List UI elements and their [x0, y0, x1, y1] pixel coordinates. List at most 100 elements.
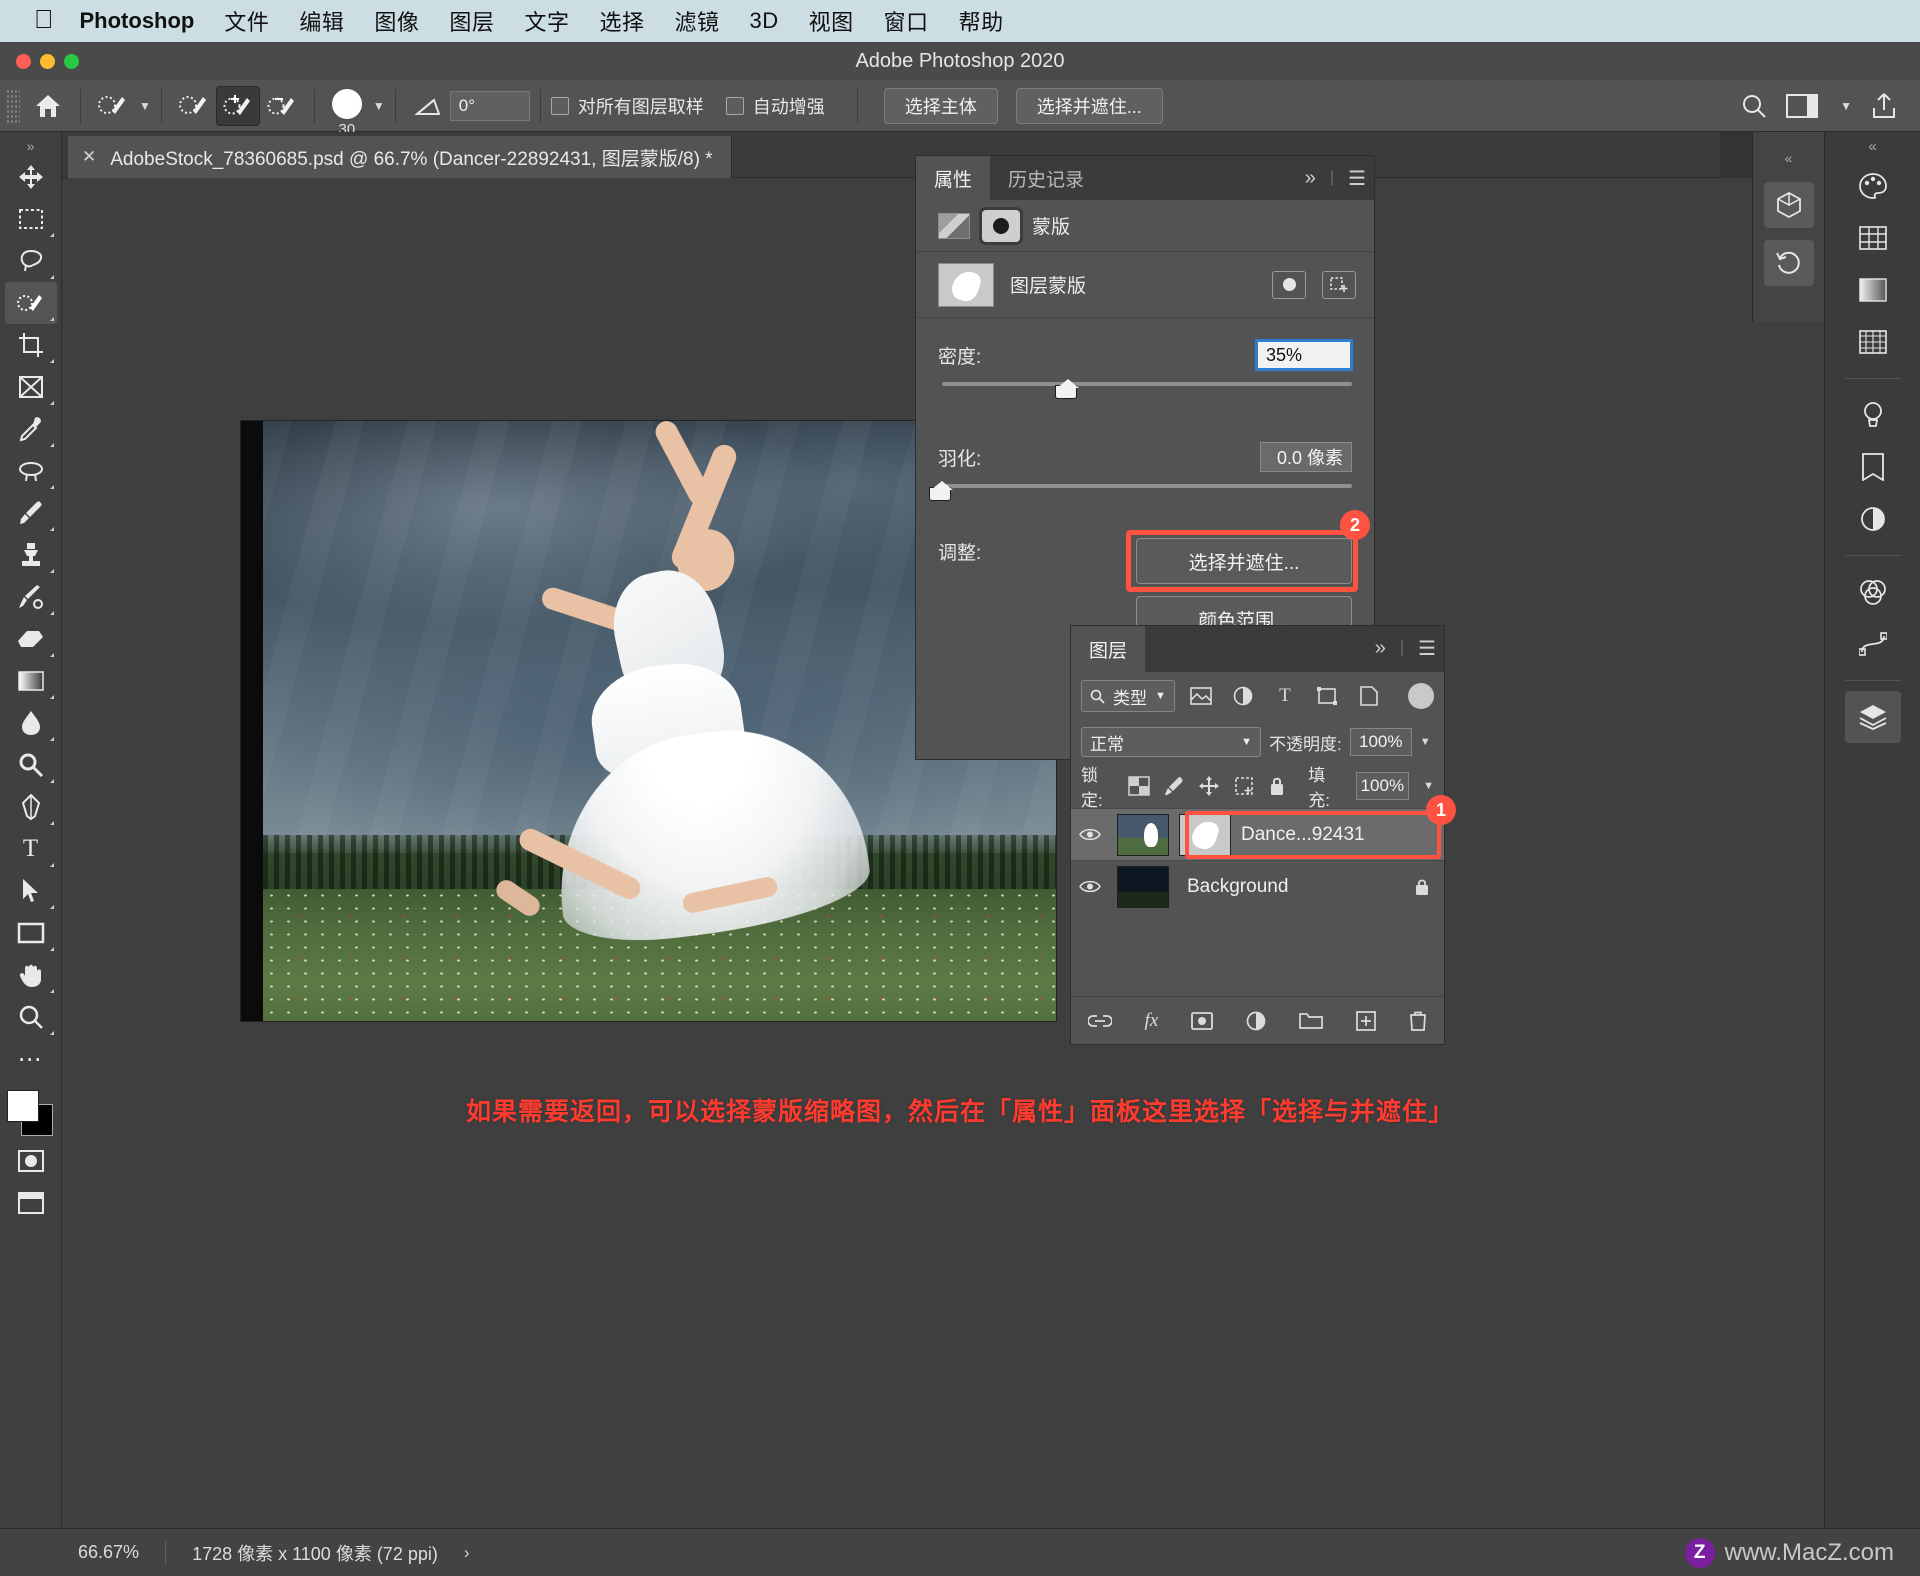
chevron-down-icon[interactable]: ▼	[1241, 736, 1252, 748]
frame-tool[interactable]	[5, 366, 57, 408]
menu-item-3d[interactable]: 3D	[749, 8, 778, 34]
feather-slider-track[interactable]	[942, 484, 1352, 488]
lasso-tool[interactable]	[5, 240, 57, 282]
layer-name[interactable]: Background	[1187, 876, 1288, 898]
quick-mask-icon[interactable]	[5, 1140, 57, 1182]
layer-kind-filter[interactable]: 类型 ▼	[1081, 680, 1175, 712]
vector-mask-icon[interactable]	[982, 209, 1020, 242]
quick-selection-new-icon[interactable]	[172, 86, 216, 126]
new-group-icon[interactable]	[1299, 1012, 1324, 1030]
blend-mode-select[interactable]: 正常 ▼	[1081, 727, 1261, 757]
history-panel-icon[interactable]	[1763, 240, 1814, 286]
path-selection-tool[interactable]	[5, 870, 57, 912]
screen-mode-icon[interactable]	[5, 1182, 57, 1224]
type-tool[interactable]: T	[5, 828, 57, 870]
feather-slider[interactable]	[916, 478, 1374, 522]
quick-selection-tool[interactable]	[4, 282, 57, 324]
checkbox-box[interactable]	[725, 96, 744, 115]
chevron-down-icon[interactable]: ▼	[1155, 690, 1166, 702]
chevron-right-icon[interactable]: ›	[464, 1543, 470, 1563]
3d-panel-icon[interactable]	[1763, 182, 1814, 228]
dock-collapse-icon[interactable]: «	[1868, 138, 1876, 160]
panel-menu-icon[interactable]: ☰	[1418, 636, 1436, 661]
marquee-tool[interactable]	[5, 198, 57, 240]
fill-input[interactable]: 100%	[1355, 772, 1410, 800]
angle-input[interactable]: 0°	[449, 90, 530, 121]
more-tools[interactable]: ⋯	[5, 1038, 57, 1080]
search-icon[interactable]	[1740, 92, 1768, 120]
load-selection-icon[interactable]	[1272, 270, 1306, 299]
crop-tool[interactable]	[5, 324, 57, 366]
new-fill-adjustment-icon[interactable]	[1246, 1011, 1266, 1031]
select-and-mask-button-optionsbar[interactable]: 选择并遮住...	[1015, 87, 1163, 124]
workspace-icon[interactable]	[1786, 93, 1819, 119]
options-bar-grip[interactable]	[6, 88, 20, 123]
opacity-input[interactable]: 100%	[1349, 728, 1412, 756]
adjustment-filter-icon[interactable]	[1227, 681, 1259, 711]
eraser-tool[interactable]	[5, 618, 57, 660]
lock-transparent-icon[interactable]	[1128, 776, 1150, 796]
document-tab[interactable]: ✕ AdobeStock_78360685.psd @ 66.7% (Dance…	[68, 136, 732, 178]
feather-input[interactable]: 0.0 像素	[1260, 442, 1352, 472]
chevron-double-right-icon[interactable]: »	[1375, 637, 1386, 660]
brush-size-preview[interactable]: 30	[325, 86, 369, 138]
feather-slider-thumb[interactable]	[929, 480, 955, 502]
channels-panel-icon[interactable]	[1845, 566, 1901, 618]
menu-item-help[interactable]: 帮助	[959, 5, 1004, 37]
pixel-filter-icon[interactable]	[1185, 681, 1217, 711]
filter-toggle-icon[interactable]	[1408, 683, 1434, 709]
density-slider-thumb[interactable]	[1055, 378, 1081, 400]
menubar-app-name[interactable]: Photoshop	[80, 8, 195, 34]
table-row[interactable]: Background	[1071, 860, 1444, 912]
color-panel-icon[interactable]	[1845, 160, 1901, 212]
quick-selection-add-icon[interactable]	[215, 85, 260, 126]
menu-item-edit[interactable]: 编辑	[299, 5, 344, 37]
smart-object-filter-icon[interactable]	[1353, 681, 1385, 711]
lock-position-icon[interactable]	[1198, 775, 1220, 797]
quick-selection-tool-icon[interactable]	[91, 86, 135, 126]
layer-thumbnail[interactable]	[1117, 813, 1169, 856]
checkbox-box[interactable]	[550, 96, 569, 115]
shape-filter-icon[interactable]	[1311, 681, 1343, 711]
paths-panel-icon[interactable]	[1845, 618, 1901, 670]
chevron-down-icon[interactable]: ▼	[139, 99, 151, 113]
toolbox-collapse-icon[interactable]: »	[27, 136, 35, 156]
tab-properties[interactable]: 属性	[916, 156, 991, 200]
dodge-tool[interactable]	[5, 744, 57, 786]
new-layer-icon[interactable]	[1356, 1010, 1377, 1031]
layer-thumbnail[interactable]	[1117, 865, 1169, 908]
zoom-tool[interactable]	[5, 996, 57, 1038]
home-icon[interactable]	[26, 86, 70, 126]
density-input[interactable]: 35%	[1256, 340, 1352, 370]
apple-icon[interactable]: 	[34, 6, 54, 32]
table-row[interactable]: Dance...92431 1	[1071, 795, 1456, 860]
blur-tool[interactable]	[5, 702, 57, 744]
layer-mask-row[interactable]: 图层蒙版	[916, 252, 1374, 318]
pixel-mask-icon[interactable]	[938, 212, 970, 239]
zoom-level[interactable]: 66.67%	[78, 1542, 139, 1563]
chevron-double-right-icon[interactable]: »	[1305, 167, 1316, 190]
eyedropper-tool[interactable]	[5, 408, 57, 450]
panel-menu-icon[interactable]: ☰	[1348, 166, 1366, 191]
chevron-down-icon[interactable]: ▼	[1420, 736, 1431, 748]
lock-artboard-icon[interactable]	[1234, 776, 1254, 796]
tab-layers[interactable]: 图层	[1071, 626, 1146, 672]
layer-style-fx-icon[interactable]: fx	[1145, 1010, 1159, 1032]
menu-item-select[interactable]: 选择	[599, 5, 644, 37]
layer-mask-thumbnail[interactable]	[938, 262, 994, 307]
chevron-down-icon[interactable]: ▼	[1423, 780, 1434, 792]
add-mask-icon[interactable]	[1191, 1011, 1214, 1030]
patterns-panel-icon[interactable]	[1845, 316, 1901, 368]
sample-all-layers-checkbox[interactable]: 对所有图层取样	[550, 93, 704, 119]
libraries-panel-icon[interactable]	[1845, 441, 1901, 493]
lock-image-icon[interactable]	[1164, 776, 1184, 796]
spot-healing-tool[interactable]	[5, 450, 57, 492]
gradient-tool[interactable]	[5, 660, 57, 702]
menu-item-window[interactable]: 窗口	[884, 5, 929, 37]
type-filter-icon[interactable]: T	[1269, 681, 1301, 711]
select-subject-button[interactable]: 选择主体	[883, 87, 998, 124]
styles-panel-icon[interactable]	[1845, 493, 1901, 545]
swatches-panel-icon[interactable]	[1845, 212, 1901, 264]
hand-tool[interactable]	[5, 954, 57, 996]
menu-item-file[interactable]: 文件	[224, 5, 269, 37]
